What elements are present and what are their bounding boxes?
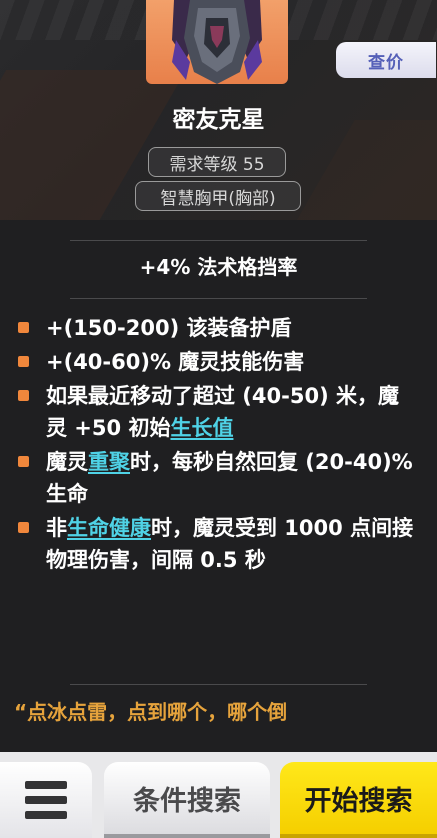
keyword-link[interactable]: 生长值 — [170, 416, 233, 440]
bullet-icon — [18, 356, 29, 367]
modifier-text: +(150-200) 该装备护盾 — [46, 316, 292, 340]
bullet-icon — [18, 390, 29, 401]
hamburger-menu-icon — [25, 781, 67, 819]
modifier-line: 魔灵重聚时，每秒自然回复 (20-40)% 生命 — [0, 446, 437, 510]
item-name: 密友克星 — [172, 107, 265, 133]
modifier-text: 非 — [46, 516, 67, 540]
price-check-button[interactable]: 查价 — [336, 42, 436, 78]
divider — [70, 684, 367, 685]
bullet-icon — [18, 522, 29, 533]
modifier-text: 魔灵 — [46, 450, 88, 474]
implicit-modifier: +4% 法术格挡率 — [139, 255, 298, 279]
modifier-line: +(150-200) 该装备护盾 — [0, 312, 437, 344]
keyword-link[interactable]: 生命健康 — [67, 516, 151, 540]
flavor-text: “点冰点雷，点到哪个，哪个倒 — [14, 700, 288, 724]
bullet-icon — [18, 322, 29, 333]
header-decoration — [285, 120, 437, 220]
chest-armor-item-icon — [146, 0, 288, 84]
modifier-line: 非生命健康时，魔灵受到 1000 点间接物理伤害，间隔 0.5 秒 — [0, 512, 437, 576]
menu-button[interactable] — [0, 762, 92, 838]
keyword-link[interactable]: 重聚 — [88, 450, 130, 474]
modifier-line: +(40-60)% 魔灵技能伤害 — [0, 346, 437, 378]
modifier-line: 如果最近移动了超过 (40-50) 米，魔灵 +50 初始生长值 — [0, 380, 437, 444]
level-requirement-badge: 需求等级 55 — [148, 147, 286, 177]
condition-search-button[interactable]: 条件搜索 — [104, 762, 270, 838]
bullet-icon — [18, 456, 29, 467]
modifier-text: +(40-60)% 魔灵技能伤害 — [46, 350, 305, 374]
item-type-badge: 智慧胸甲(胸部) — [135, 181, 301, 211]
divider — [70, 298, 367, 299]
modifier-list: +(150-200) 该装备护盾 +(40-60)% 魔灵技能伤害如果最近移动了超… — [0, 312, 437, 578]
divider — [70, 240, 367, 241]
start-search-button[interactable]: 开始搜索 — [280, 762, 437, 838]
